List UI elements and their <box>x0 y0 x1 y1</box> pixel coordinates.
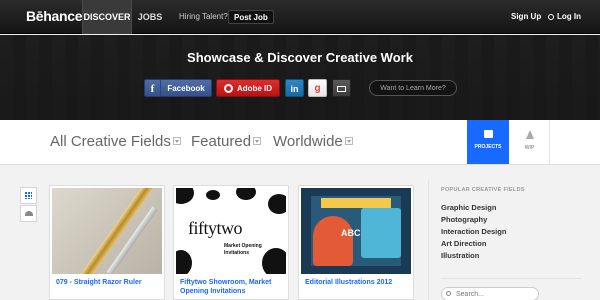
linkedin-button[interactable]: in <box>285 79 304 97</box>
chevron-down-icon <box>344 137 353 146</box>
envelope-icon <box>337 85 346 92</box>
search-input[interactable] <box>441 287 539 300</box>
creative-fields-label: All Creative Fields <box>50 133 171 150</box>
location-dropdown[interactable]: Worldwide <box>273 133 353 150</box>
briefcase-icon <box>483 130 493 138</box>
tab-projects[interactable]: PROJECTS <box>467 120 509 164</box>
log-in-label: Log In <box>557 12 581 21</box>
ink-blob <box>176 188 194 204</box>
illustration-figure <box>313 216 353 266</box>
featured-dropdown[interactable]: Featured <box>191 133 262 150</box>
project-title[interactable]: Editorial Illustrations 2012 <box>305 278 411 287</box>
post-job-button[interactable]: Post Job <box>228 10 274 24</box>
people-view-button[interactable] <box>20 205 37 222</box>
adobe-label: Adobe ID <box>236 84 273 93</box>
sidebar-item-interaction-design[interactable]: Interaction Design <box>441 227 506 236</box>
project-title[interactable]: Fiftytwo Showroom, Market Opening Invita… <box>180 278 286 296</box>
project-thumbnail[interactable] <box>52 188 162 274</box>
sidebar-item-art-direction[interactable]: Art Direction <box>441 239 486 248</box>
log-in-link[interactable]: Log In <box>548 0 581 34</box>
adobe-id-button[interactable]: Adobe ID <box>216 79 280 97</box>
thumbnail-wordmark: fiftytwo <box>188 218 243 238</box>
user-icon <box>548 13 554 20</box>
tab-wip[interactable]: WIP <box>510 120 550 164</box>
top-nav: Bēhance DISCOVER JOBS Hiring Talent? Pos… <box>0 0 600 34</box>
learn-more-button[interactable]: Want to Learn More? <box>369 80 457 96</box>
wip-icon <box>525 130 534 139</box>
creative-fields-dropdown[interactable]: All Creative Fields <box>50 133 181 150</box>
grid-icon <box>25 192 32 199</box>
hero-banner: Showcase & Discover Creative Work f Face… <box>0 35 600 120</box>
facebook-login-button[interactable]: f Facebook <box>144 79 212 97</box>
ink-blob <box>206 190 220 200</box>
nav-jobs[interactable]: JOBS <box>134 0 166 34</box>
ink-blob <box>236 188 256 200</box>
project-title[interactable]: 079 - Straight Razor Ruler <box>56 278 162 287</box>
email-button[interactable] <box>332 79 351 97</box>
project-thumbnail[interactable]: ABC <box>301 188 411 274</box>
location-label: Worldwide <box>273 133 343 150</box>
tab-wip-label: WIP <box>524 145 535 151</box>
illustration-text: ABC <box>341 228 361 238</box>
sidebar-item-illustration[interactable]: Illustration <box>441 251 479 260</box>
project-card[interactable]: fiftytwo Market Opening Invitations Fift… <box>173 185 289 300</box>
people-icon <box>25 211 33 216</box>
featured-label: Featured <box>191 133 252 150</box>
search-icon <box>446 291 451 296</box>
sidebar-item-graphic-design[interactable]: Graphic Design <box>441 203 496 212</box>
nav-discover[interactable]: DISCOVER <box>82 0 132 34</box>
ink-blob <box>176 250 192 274</box>
page: Bēhance DISCOVER JOBS Hiring Talent? Pos… <box>0 0 600 300</box>
hiring-talent-label: Hiring Talent? <box>179 12 228 21</box>
sidebar-heading: POPULAR CREATIVE FIELDS <box>441 187 525 193</box>
illustration-device <box>361 208 401 258</box>
divider <box>441 278 581 279</box>
google-button[interactable]: g <box>308 79 327 97</box>
chevron-down-icon <box>253 137 262 146</box>
facebook-icon: f <box>145 80 161 96</box>
project-thumbnail[interactable]: fiftytwo Market Opening Invitations <box>176 188 286 274</box>
project-card[interactable]: ABC Editorial Illustrations 2012 <box>298 185 414 300</box>
project-card[interactable]: 079 - Straight Razor Ruler <box>49 185 165 300</box>
illustration-banner <box>321 198 391 208</box>
chevron-down-icon <box>172 137 181 146</box>
ink-blob <box>268 194 286 214</box>
adobe-icon <box>223 84 233 94</box>
thumbnail-subtitle: Market Opening Invitations <box>224 243 262 256</box>
sidebar-item-photography[interactable]: Photography <box>441 215 487 224</box>
sidebar: POPULAR CREATIVE FIELDS Graphic Design P… <box>428 180 600 300</box>
hero-title: Showcase & Discover Creative Work <box>187 50 413 65</box>
sign-up-link[interactable]: Sign Up <box>511 0 541 34</box>
tab-projects-label: PROJECTS <box>474 144 502 150</box>
grid-view-button[interactable] <box>20 187 37 204</box>
behance-logo[interactable]: Bēhance <box>26 8 83 24</box>
